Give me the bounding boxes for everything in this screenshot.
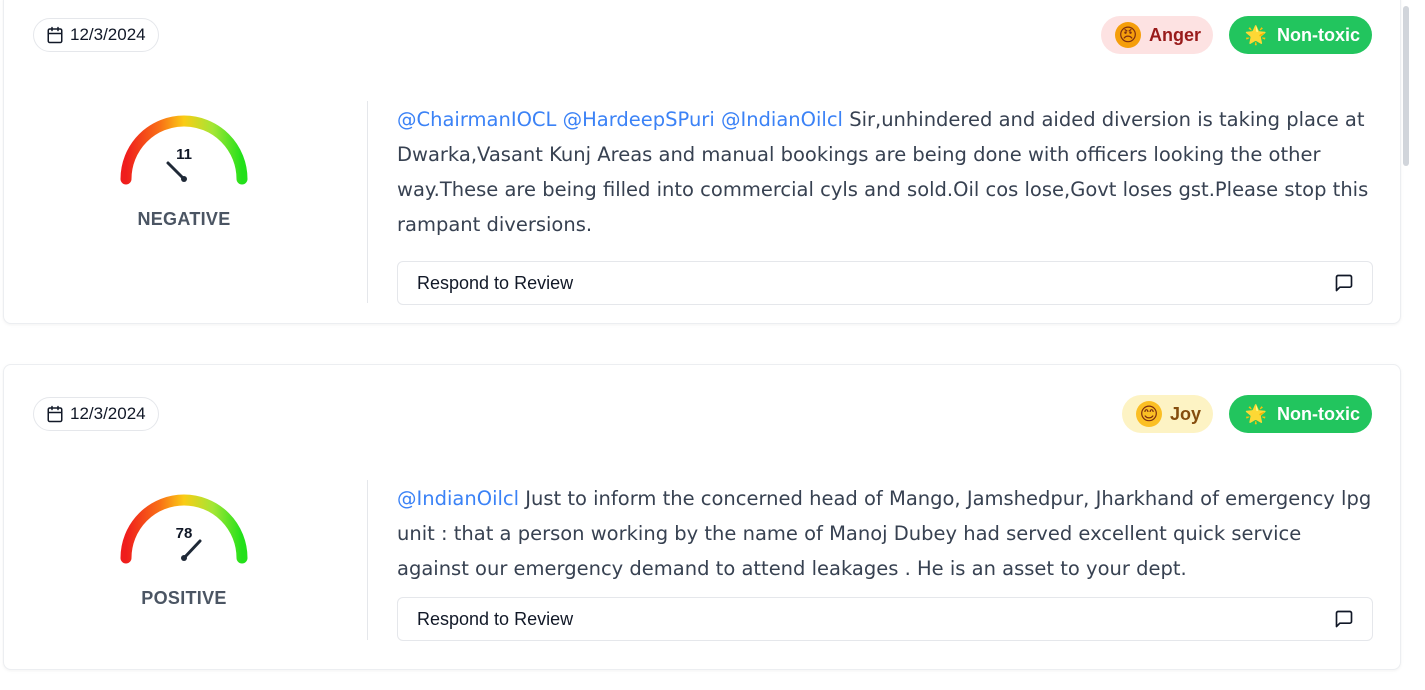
glowing-star-icon: 🌟 bbox=[1244, 25, 1268, 45]
review-card: 12/3/2024 😊 Joy 🌟 Non-toxic 78 POSITIVE … bbox=[3, 364, 1401, 670]
review-text: @ChairmanIOCL @HardeepSPuri @IndianOilcl… bbox=[397, 102, 1377, 242]
review-feed-viewport: 12/3/2024 😠 Anger 🌟 Non-toxic 11 NEGATIV… bbox=[0, 0, 1425, 690]
gauge-dial: 11 bbox=[120, 115, 248, 185]
emotion-badge: 😊 Joy bbox=[1121, 395, 1213, 433]
calendar-icon bbox=[47, 26, 63, 44]
gauge-dial: 78 bbox=[120, 494, 248, 564]
review-date: 12/3/2024 bbox=[70, 404, 146, 423]
emotion-badge: 😠 Anger bbox=[1100, 16, 1213, 54]
badge-group: 😠 Anger 🌟 Non-toxic bbox=[1100, 16, 1372, 54]
review-body: Just to inform the concerned head of Man… bbox=[397, 487, 1372, 580]
column-divider bbox=[367, 101, 368, 303]
gauge-needle bbox=[166, 161, 186, 181]
review-feed: 12/3/2024 😠 Anger 🌟 Non-toxic 11 NEGATIV… bbox=[3, 0, 1401, 678]
date-pill: 12/3/2024 bbox=[33, 18, 159, 52]
badge-group: 😊 Joy 🌟 Non-toxic bbox=[1121, 395, 1372, 433]
review-text: @IndianOilcl Just to inform the concerne… bbox=[397, 481, 1377, 586]
column-divider bbox=[367, 480, 368, 640]
respond-to-review-button[interactable]: Respond to Review bbox=[397, 261, 1373, 305]
review-date: 12/3/2024 bbox=[70, 25, 146, 44]
gauge-score: 11 bbox=[176, 146, 192, 163]
scrollbar[interactable] bbox=[1403, 6, 1409, 166]
sentiment-label: POSITIVE bbox=[141, 588, 227, 608]
gauge-hub bbox=[181, 555, 187, 561]
mention-link[interactable]: @ChairmanIOCL bbox=[397, 108, 556, 131]
angry-face-icon: 😠 bbox=[1114, 22, 1141, 48]
mention-link[interactable]: @IndianOilcl bbox=[721, 108, 843, 131]
emotion-label: Joy bbox=[1169, 403, 1201, 424]
toxicity-label: Non-toxic bbox=[1277, 403, 1360, 424]
glowing-star-icon: 🌟 bbox=[1244, 404, 1268, 424]
gauge-hub bbox=[181, 176, 187, 182]
date-pill: 12/3/2024 bbox=[33, 397, 159, 431]
emotion-label: Anger bbox=[1148, 24, 1201, 45]
sentiment-gauge: 78 POSITIVE bbox=[114, 492, 254, 609]
gauge-needle bbox=[182, 539, 202, 560]
respond-label: Respond to Review bbox=[417, 272, 574, 293]
message-square-icon bbox=[1335, 274, 1353, 292]
sentiment-gauge: 11 NEGATIVE bbox=[114, 113, 254, 230]
toxicity-badge: 🌟 Non-toxic bbox=[1229, 395, 1372, 433]
toxicity-label: Non-toxic bbox=[1277, 24, 1360, 45]
smiling-face-icon: 😊 bbox=[1135, 401, 1162, 427]
gauge-score: 78 bbox=[176, 525, 193, 542]
mention-link[interactable]: @IndianOilcl bbox=[397, 487, 519, 510]
message-square-icon bbox=[1335, 610, 1353, 628]
sentiment-label: NEGATIVE bbox=[137, 209, 231, 229]
respond-to-review-button[interactable]: Respond to Review bbox=[397, 597, 1373, 641]
calendar-icon bbox=[47, 405, 63, 423]
review-card: 12/3/2024 😠 Anger 🌟 Non-toxic 11 NEGATIV… bbox=[3, 0, 1401, 324]
mention-link[interactable]: @HardeepSPuri bbox=[563, 108, 715, 131]
respond-label: Respond to Review bbox=[417, 608, 574, 629]
toxicity-badge: 🌟 Non-toxic bbox=[1229, 16, 1372, 54]
